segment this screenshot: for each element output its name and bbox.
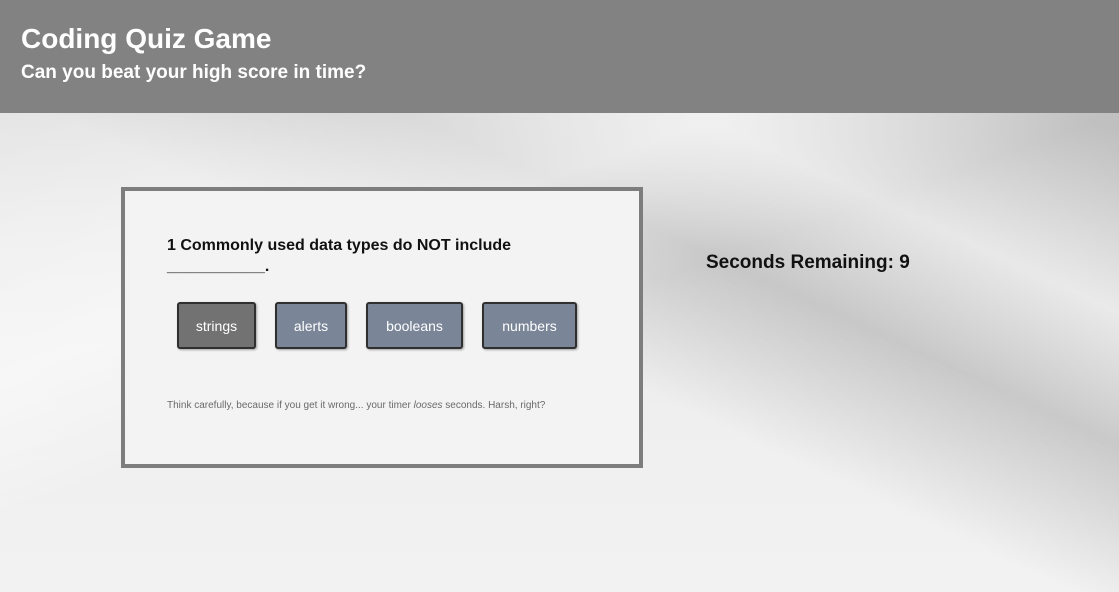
page-subtitle: Can you beat your high score in time? <box>21 62 367 83</box>
hint-text: Think carefully, because if you get it w… <box>167 399 597 412</box>
answer-button-booleans[interactable]: booleans <box>366 302 463 349</box>
question-text: 1 Commonly used data types do NOT includ… <box>167 237 512 275</box>
hint-text-start: Think carefully, because if you get it w… <box>167 400 414 411</box>
hint-text-end: seconds. Harsh, right? <box>442 400 546 411</box>
hint-emphasis: looses <box>413 400 443 411</box>
answer-button-strings[interactable]: strings <box>177 302 256 349</box>
answer-button-alerts[interactable]: alerts <box>275 302 347 349</box>
quiz-card: 1 Commonly used data types do NOT includ… <box>121 187 643 468</box>
answer-list: strings alerts booleans numbers <box>177 302 577 349</box>
answer-button-numbers[interactable]: numbers <box>482 302 577 349</box>
page-header: Coding Quiz Game Can you beat your high … <box>0 0 1119 113</box>
page-title: Coding Quiz Game <box>21 23 272 54</box>
timer-display: Seconds Remaining: 9 <box>706 252 910 273</box>
